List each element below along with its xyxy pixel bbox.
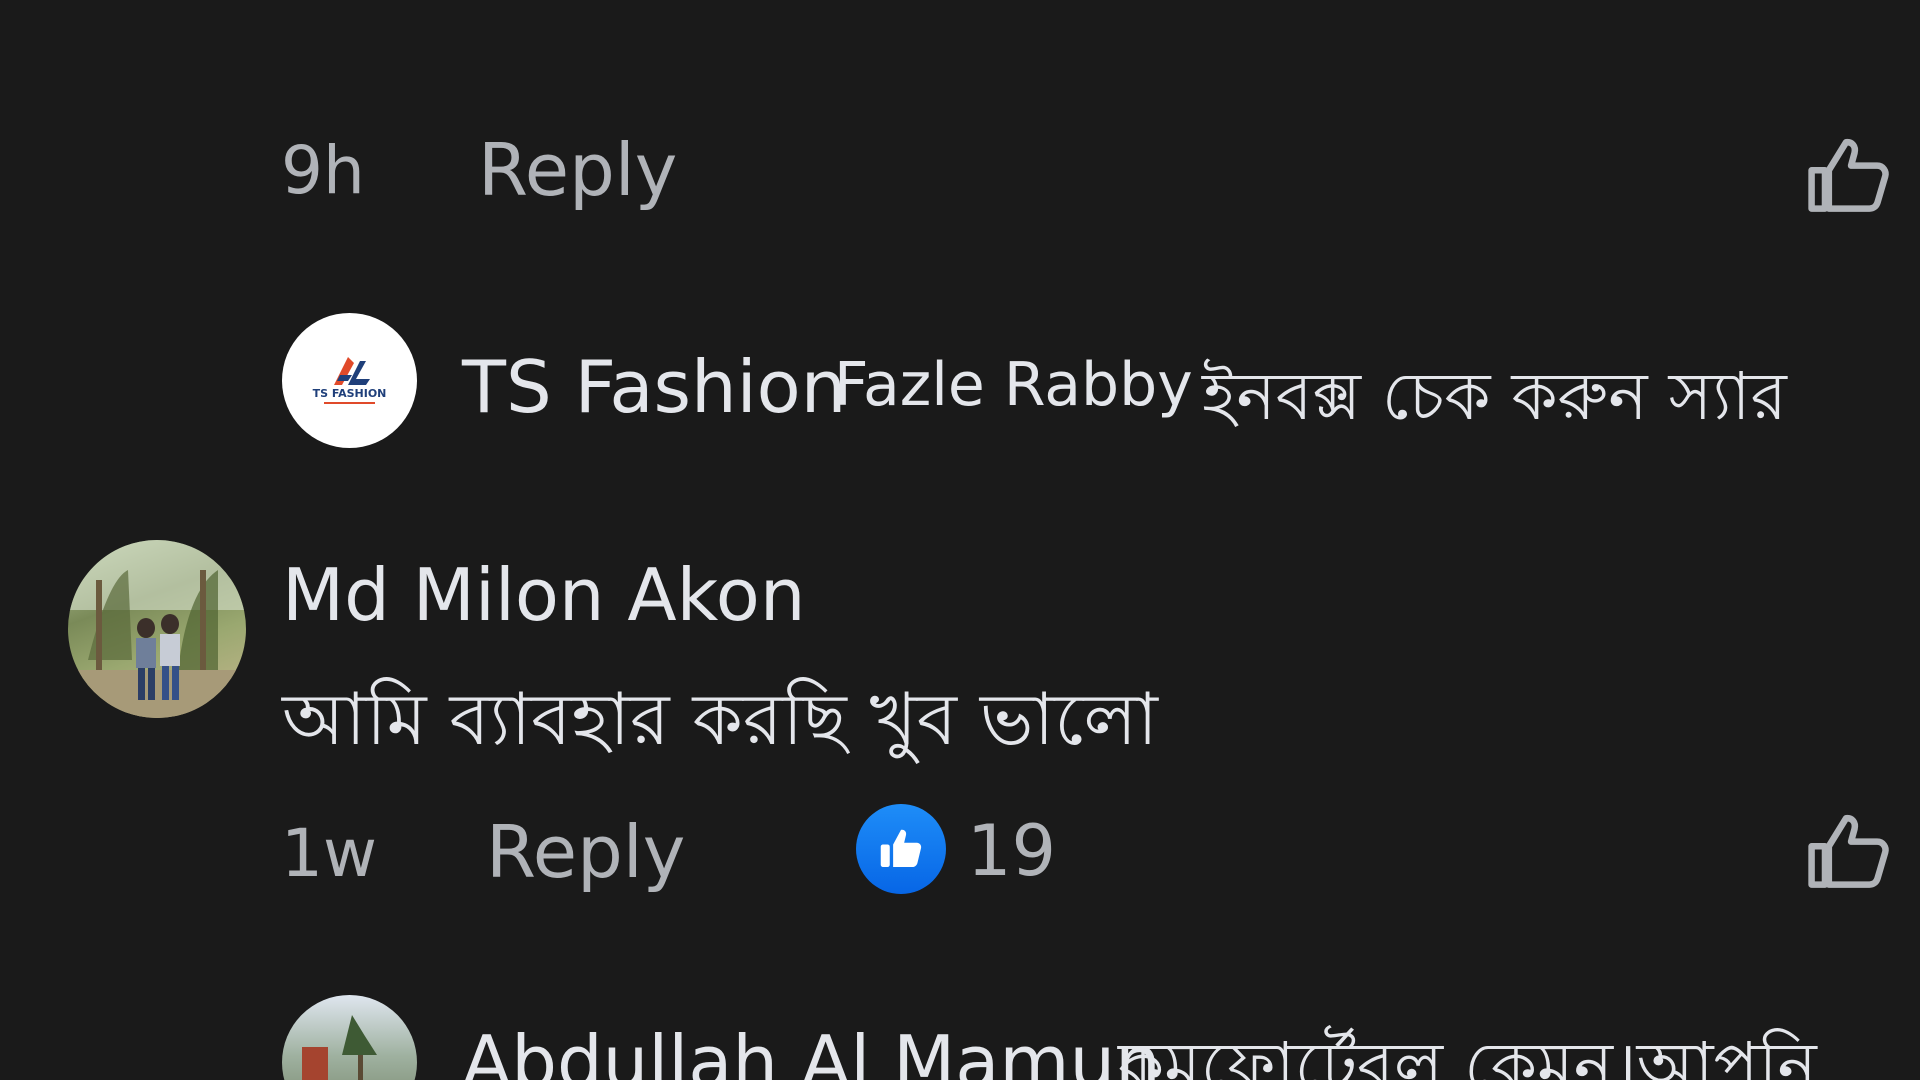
avatar[interactable] [282,995,417,1080]
mention-tag[interactable]: Fazle Rabby [834,350,1193,420]
comment-author[interactable]: Md Milon Akon [282,553,805,637]
thumbs-up-outline-icon [1808,138,1889,212]
like-reaction-icon[interactable] [856,804,946,894]
avatar[interactable] [68,540,246,718]
reply-button[interactable]: Reply [486,810,685,894]
comment-time: 1w [281,815,377,892]
like-button[interactable] [1802,806,1894,902]
reaction-count[interactable]: 19 [967,810,1056,892]
comment-text: আমি ব্যাবহার করছি খুব ভালো [282,677,1158,761]
like-button[interactable] [1802,130,1894,226]
comment-time: 9h [281,132,365,209]
thumbs-up-outline-icon [1808,814,1889,888]
comment-author[interactable]: TS Fashion [462,345,846,429]
comment-author[interactable]: Abdullah Al Mamun [462,1020,1161,1080]
logo-text: TS FASHION [313,387,387,400]
reply-button[interactable]: Reply [478,128,677,212]
comment-text: কমফোর্টেবল কেমন।আপনি [1118,1028,1817,1080]
ts-fashion-logo-icon: TS FASHION [313,357,387,404]
profile-photo [68,540,246,718]
thumbs-up-filled-icon [880,829,922,867]
comments-panel: 9h Reply TS FASHION TS Fashion Fazle Rab… [0,0,1920,1080]
profile-photo [302,1015,377,1080]
avatar[interactable]: TS FASHION [282,313,417,448]
comment-text: ইনবক্স চেক করুন স্যার [1202,358,1787,435]
